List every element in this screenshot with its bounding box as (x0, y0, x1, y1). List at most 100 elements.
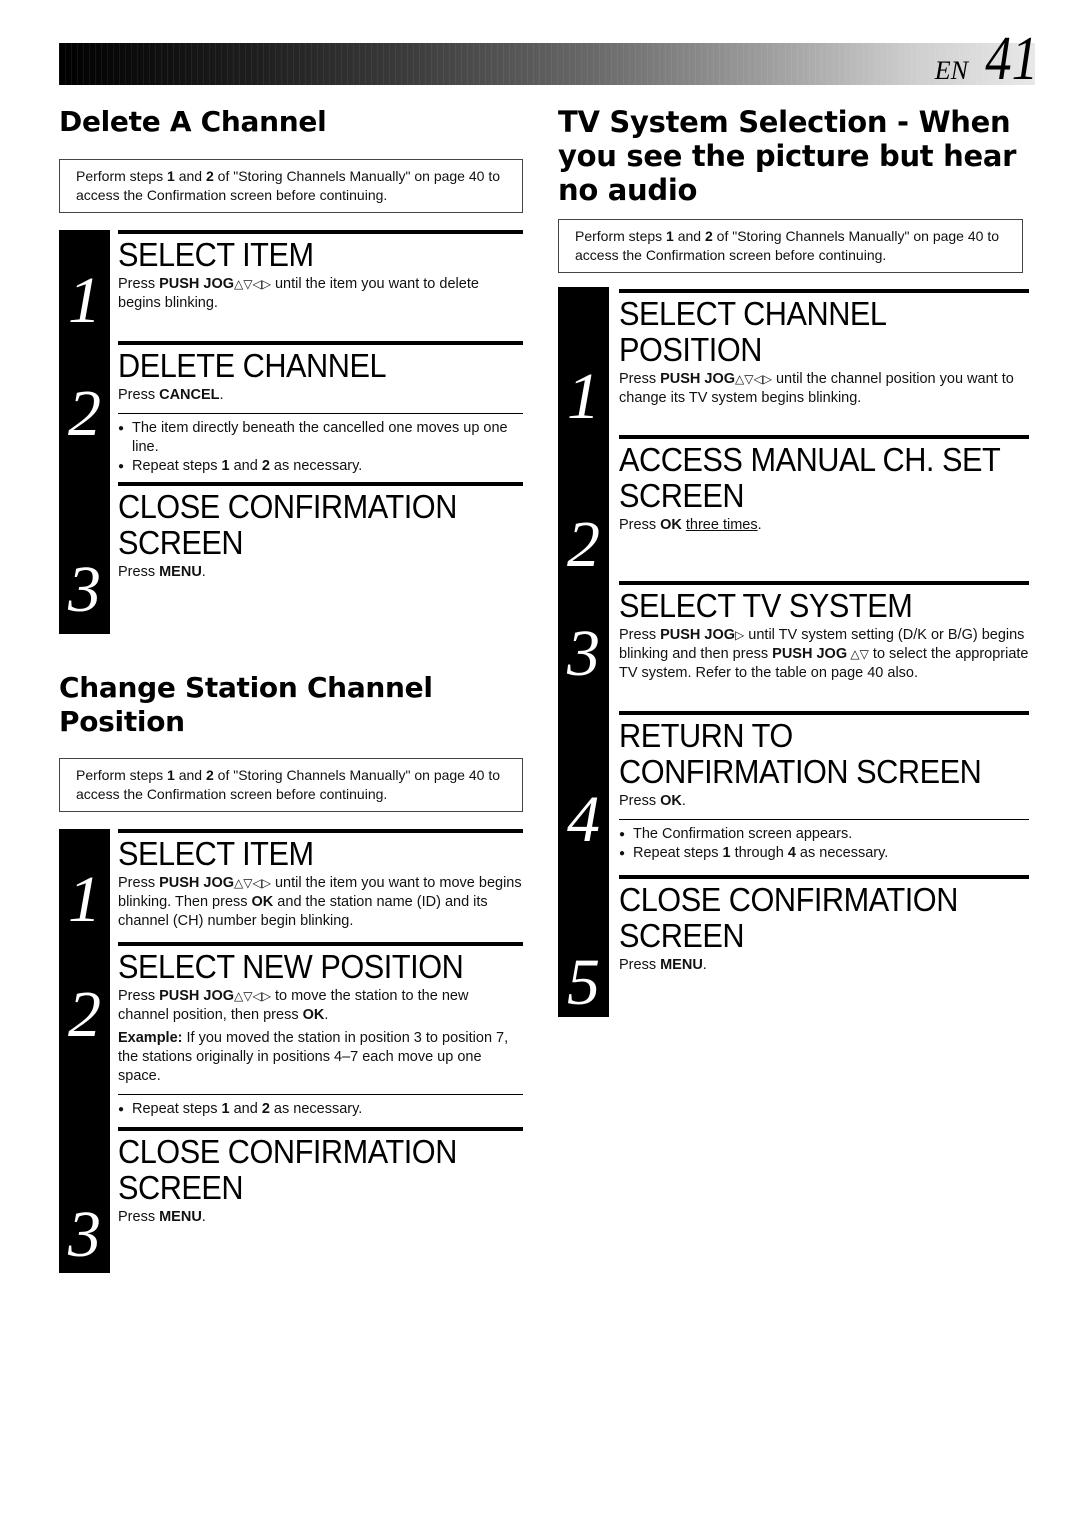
step-title: ACCESS MANUAL CH. SET (619, 441, 1001, 478)
step-number: 3 (567, 617, 600, 690)
section-title-continued: you see the picture but hear (558, 139, 1017, 173)
step-instruction: Press PUSH JOG△▽◁▷ until the item you wa… (118, 875, 522, 929)
page-header-gradient-bar (59, 43, 1035, 85)
step-item: 2 ACCESS MANUAL CH. SET SCREEN Press OK … (567, 435, 1030, 581)
step-instruction: Press MENU. (619, 957, 707, 973)
left-column: Delete A Channel Perform steps 1 and 2 o… (59, 100, 523, 1273)
step-title: SELECT ITEM (118, 236, 314, 273)
heading-rule (118, 829, 523, 833)
step-instruction: Press PUSH JOG△▽◁▷ to move the station t… (118, 988, 469, 1023)
step-title: SELECT ITEM (118, 835, 314, 872)
step-title-continued: SCREEN (619, 917, 745, 954)
step-title: CLOSE CONFIRMATION (118, 488, 457, 525)
step-instruction: Press OK. (619, 793, 686, 809)
right-column: TV System Selection - When you see the p… (558, 100, 1030, 1019)
heading-rule (118, 341, 523, 345)
step-title: DELETE CHANNEL (118, 347, 387, 384)
bullet-icon: ● (118, 423, 125, 434)
section-title: Change Station Channel (59, 671, 433, 704)
heading-rule (619, 875, 1030, 879)
step-item: 5 CLOSE CONFIRMATION SCREEN Press MENU. (567, 875, 1030, 1019)
bullet-icon: ● (118, 1104, 125, 1115)
heading-rule (619, 289, 1030, 293)
bullet-icon: ● (619, 848, 626, 859)
step-number: 1 (68, 264, 101, 337)
step-item: 3 CLOSE CONFIRMATION SCREEN Press MENU. (68, 1127, 523, 1273)
step-list: 1 SELECT CHANNEL POSITION Press PUSH JOG… (558, 287, 1030, 1019)
jog-arrows-icon: △▽◁▷ (234, 277, 271, 291)
step-instruction: Press MENU. (118, 564, 206, 580)
step-item: 1 SELECT ITEM Press PUSH JOG△▽◁▷ until t… (68, 230, 523, 341)
step-number: 3 (68, 1198, 101, 1271)
step-number: 2 (68, 978, 101, 1051)
heading-rule (619, 435, 1030, 439)
step-number: 4 (567, 783, 600, 856)
step-item: 1 SELECT CHANNEL POSITION Press PUSH JOG… (567, 289, 1030, 435)
step-title: CLOSE CONFIRMATION (619, 881, 958, 918)
divider (619, 819, 1030, 820)
step-item: 3 CLOSE CONFIRMATION SCREEN Press MENU. (68, 482, 523, 632)
step-number: 2 (567, 508, 600, 581)
prerequisite-note: Perform steps 1 and 2 of "Storing Channe… (558, 219, 1023, 273)
section-tv-system: TV System Selection - When you see the p… (558, 105, 1030, 1019)
step-instruction: Press OK three times. (619, 517, 762, 533)
jog-arrows-icon: △▽◁▷ (234, 876, 271, 890)
prerequisite-note: Perform steps 1 and 2 of "Storing Channe… (59, 159, 523, 213)
bullet-icon: ● (619, 829, 626, 840)
step-number: 3 (68, 553, 101, 626)
example-text: Example: If you moved the station in pos… (118, 1030, 509, 1084)
prerequisite-note: Perform steps 1 and 2 of "Storing Channe… (59, 758, 523, 812)
step-title-continued: CONFIRMATION SCREEN (619, 753, 982, 790)
divider (118, 1094, 523, 1095)
heading-rule (118, 482, 523, 486)
bullet-item: ● Repeat steps 1 through 4 as necessary. (619, 845, 889, 861)
step-instruction: Press PUSH JOG△▽◁▷ until the channel pos… (619, 371, 1014, 406)
step-item: 1 SELECT ITEM Press PUSH JOG△▽◁▷ until t… (68, 829, 523, 942)
step-instruction: Press PUSH JOG△▽◁▷ until the item you wa… (118, 276, 479, 311)
jog-arrows-icon: △▽◁▷ (234, 989, 271, 1003)
bullet-item: ● Repeat steps 1 and 2 as necessary. (118, 1101, 363, 1117)
bullet-icon: ● (118, 461, 125, 472)
section-title-continued: no audio (558, 173, 698, 207)
heading-rule (619, 581, 1030, 585)
step-number: 2 (68, 377, 101, 450)
section-change-position: Change Station Channel Position Perform … (59, 671, 523, 1273)
jog-arrows-icon: △▽◁▷ (735, 372, 772, 386)
step-title: SELECT CHANNEL (619, 295, 887, 332)
bullet-item: ● Repeat steps 1 and 2 as necessary. (118, 458, 363, 474)
step-instruction: Press MENU. (118, 1209, 206, 1225)
heading-rule (619, 711, 1030, 715)
step-title: SELECT NEW POSITION (118, 948, 464, 985)
bullet-item: ● The item directly beneath the cancelled… (118, 420, 508, 455)
jog-up-down-arrows-icon: △▽ (847, 647, 869, 661)
section-delete-channel: Delete A Channel Perform steps 1 and 2 o… (59, 105, 523, 634)
step-item: 2 SELECT NEW POSITION Press PUSH JOG△▽◁▷… (68, 942, 523, 1127)
step-list: 1 SELECT ITEM Press PUSH JOG△▽◁▷ until t… (59, 829, 523, 1273)
step-title: SELECT TV SYSTEM (619, 587, 913, 624)
step-number: 5 (567, 946, 600, 1019)
bullet-item: ● The Confirmation screen appears. (619, 826, 853, 842)
section-title: Delete A Channel (59, 105, 327, 138)
jog-right-arrow-icon: ▷ (735, 628, 745, 642)
step-title-continued: SCREEN (118, 1169, 244, 1206)
step-title-continued: SCREEN (619, 477, 745, 514)
step-item: 2 DELETE CHANNEL Press CANCEL. ● The item… (68, 341, 523, 482)
step-number: 1 (68, 863, 101, 936)
section-title: TV System Selection - When (558, 105, 1011, 139)
step-title-continued: POSITION (619, 331, 762, 368)
page-number: 41 (985, 25, 1038, 93)
step-item: 3 SELECT TV SYSTEM Press PUSH JOG▷ until… (567, 581, 1030, 711)
step-instruction: Press PUSH JOG▷ until TV system setting … (619, 627, 1029, 681)
step-instruction: Press CANCEL. (118, 387, 224, 403)
step-title: RETURN TO (619, 717, 793, 754)
language-code: EN (934, 56, 968, 85)
step-number: 1 (567, 360, 600, 433)
page-number-label: EN 41 (934, 25, 1038, 93)
section-title-continued: Position (59, 705, 185, 738)
heading-rule (118, 230, 523, 234)
step-item: 4 RETURN TO CONFIRMATION SCREEN Press OK… (567, 711, 1030, 875)
step-title-continued: SCREEN (118, 524, 244, 561)
step-list: 1 SELECT ITEM Press PUSH JOG△▽◁▷ until t… (59, 230, 523, 634)
heading-rule (118, 1127, 523, 1131)
heading-rule (118, 942, 523, 946)
